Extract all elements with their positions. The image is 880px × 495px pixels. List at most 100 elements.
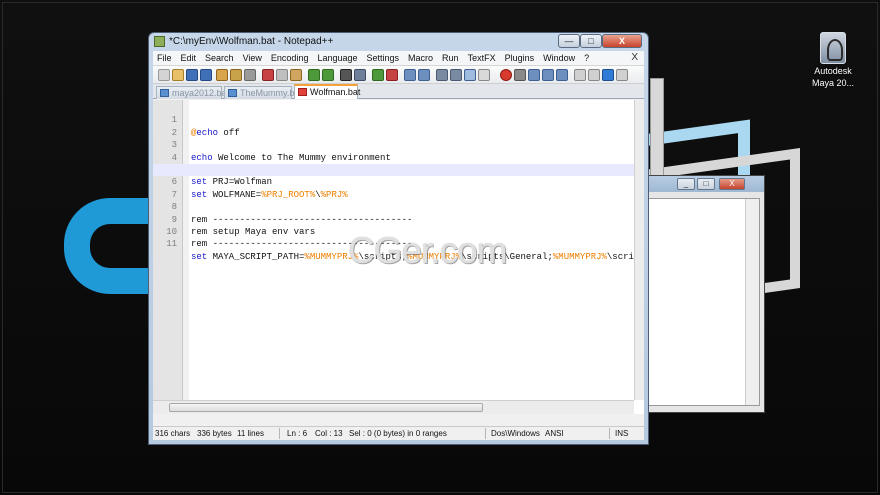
run-macro-multiple-icon[interactable] [542, 69, 554, 81]
record-macro-icon[interactable] [500, 69, 512, 81]
file-icon [228, 89, 237, 97]
background-window-titlebar[interactable]: _ □ X [641, 176, 764, 192]
watermark: CGer.com [348, 230, 508, 271]
status-separator [609, 428, 610, 439]
cut-icon[interactable] [262, 69, 274, 81]
indent-guide-icon[interactable] [464, 69, 476, 81]
tab-bar: maya2012.bat TheMummy.bat Wolfman.bat [153, 84, 644, 99]
print-icon[interactable] [244, 69, 256, 81]
menu-window[interactable]: Window [543, 53, 575, 63]
menu-plugins[interactable]: Plugins [505, 53, 535, 63]
undo-icon[interactable] [308, 69, 320, 81]
code-line: 8 rem ----------------------------------… [153, 189, 634, 224]
vertical-scrollbar[interactable] [745, 199, 759, 405]
code-line: 2 [153, 114, 634, 138]
new-file-icon[interactable] [158, 69, 170, 81]
status-bytes: 336 bytes [197, 429, 232, 438]
desktop-icon-label-1: Autodesk [814, 66, 852, 76]
tab-label: maya2012.bat [172, 88, 230, 98]
redo-icon[interactable] [322, 69, 334, 81]
sync-vertical-icon[interactable] [404, 69, 416, 81]
current-code-line: 6 set WOLFMANE=%PRJ_ROOT%\%PRJ% [153, 163, 634, 200]
file-icon [160, 89, 169, 97]
menu-view[interactable]: View [243, 53, 262, 63]
line-number: 11 [166, 239, 177, 250]
document-map-icon[interactable] [478, 69, 490, 81]
menu-search[interactable]: Search [205, 53, 234, 63]
plugin-icon-2[interactable] [588, 69, 600, 81]
code-line: 9 rem setup Maya env vars [153, 201, 634, 237]
close-file-icon[interactable] [216, 69, 228, 81]
save-all-icon[interactable] [200, 69, 212, 81]
minimize-icon[interactable]: _ [677, 178, 695, 190]
code-text: MAYA_SCRIPT_PATH= [207, 251, 305, 262]
save-icon[interactable] [186, 69, 198, 81]
replace-icon[interactable] [354, 69, 366, 81]
horizontal-scrollbar[interactable] [153, 400, 634, 414]
find-icon[interactable] [340, 69, 352, 81]
open-file-icon[interactable] [172, 69, 184, 81]
status-column: Col : 13 [315, 429, 343, 438]
menu-settings[interactable]: Settings [367, 53, 400, 63]
tab-maya2012[interactable]: maya2012.bat [156, 86, 229, 99]
copy-icon[interactable] [276, 69, 288, 81]
code-line: 7 [153, 176, 634, 200]
plugin-icon-3[interactable] [602, 69, 614, 81]
menu-textfx[interactable]: TextFX [468, 53, 496, 63]
background-window[interactable]: _ □ X [640, 175, 765, 413]
status-lines: 11 lines [237, 429, 264, 438]
status-separator [279, 428, 280, 439]
status-line-number: Ln : 6 [287, 429, 308, 438]
word-wrap-icon[interactable] [436, 69, 448, 81]
tab-label: TheMummy.bat [240, 88, 302, 98]
stop-macro-icon[interactable] [514, 69, 526, 81]
scrollbar-thumb[interactable] [169, 403, 483, 412]
menu-language[interactable]: Language [317, 53, 357, 63]
close-button[interactable]: X [602, 34, 642, 48]
zoom-out-icon[interactable] [386, 69, 398, 81]
plugin-icon[interactable] [574, 69, 586, 81]
minimize-button[interactable]: — [558, 34, 580, 48]
status-mode: INS [615, 429, 629, 438]
menu-run[interactable]: Run [442, 53, 459, 63]
maya-icon [820, 32, 846, 64]
tab-themummy[interactable]: TheMummy.bat [224, 86, 302, 99]
code-keyword: set [191, 251, 208, 262]
status-chars: 316 chars [155, 429, 191, 438]
play-macro-icon[interactable] [528, 69, 540, 81]
code-line: 3 echo Welcome to The Mummy environment [153, 127, 634, 162]
title-bar[interactable]: *C:\myEnv\Wolfman.bat - Notepad++ — □ X [149, 33, 648, 51]
code-line: 4 [153, 139, 634, 163]
menu-edit[interactable]: Edit [181, 53, 197, 63]
maximize-button[interactable]: □ [580, 34, 602, 48]
menu-help[interactable]: ? [584, 53, 589, 63]
code-line: 5 set PRJ=Wolfman [153, 152, 634, 187]
code-line: 10 rem ---------------------------------… [153, 214, 634, 249]
save-macro-icon[interactable] [556, 69, 568, 81]
paste-icon[interactable] [290, 69, 302, 81]
code-line: 1 @echo off [153, 102, 634, 137]
status-separator [485, 428, 486, 439]
window-title: *C:\myEnv\Wolfman.bat - Notepad++ [169, 36, 334, 47]
menu-macro[interactable]: Macro [408, 53, 433, 63]
close-all-icon[interactable] [230, 69, 242, 81]
code-variable: %MUMMYPRJ% [552, 251, 607, 262]
status-bar: 316 chars 336 bytes 11 lines Ln : 6 Col … [153, 426, 644, 440]
menu-encoding[interactable]: Encoding [271, 53, 309, 63]
zoom-in-icon[interactable] [372, 69, 384, 81]
tab-wolfman[interactable]: Wolfman.bat [294, 84, 361, 99]
plugin-icon-4[interactable] [616, 69, 628, 81]
tab-label: Wolfman.bat [310, 87, 361, 97]
close-icon[interactable]: X [719, 178, 745, 190]
maximize-icon[interactable]: □ [697, 178, 715, 190]
all-chars-icon[interactable] [450, 69, 462, 81]
code-text: \scri [606, 251, 634, 262]
status-encoding: ANSI [545, 429, 564, 438]
background-window-pane [647, 198, 760, 406]
desktop-icon-maya[interactable]: Autodesk Maya 20... [806, 32, 860, 88]
menu-close-icon[interactable]: X [631, 52, 638, 63]
sync-horizontal-icon[interactable] [418, 69, 430, 81]
menu-bar: File Edit Search View Encoding Language … [153, 51, 644, 66]
menu-file[interactable]: File [157, 53, 172, 63]
vertical-scrollbar[interactable] [634, 100, 644, 400]
